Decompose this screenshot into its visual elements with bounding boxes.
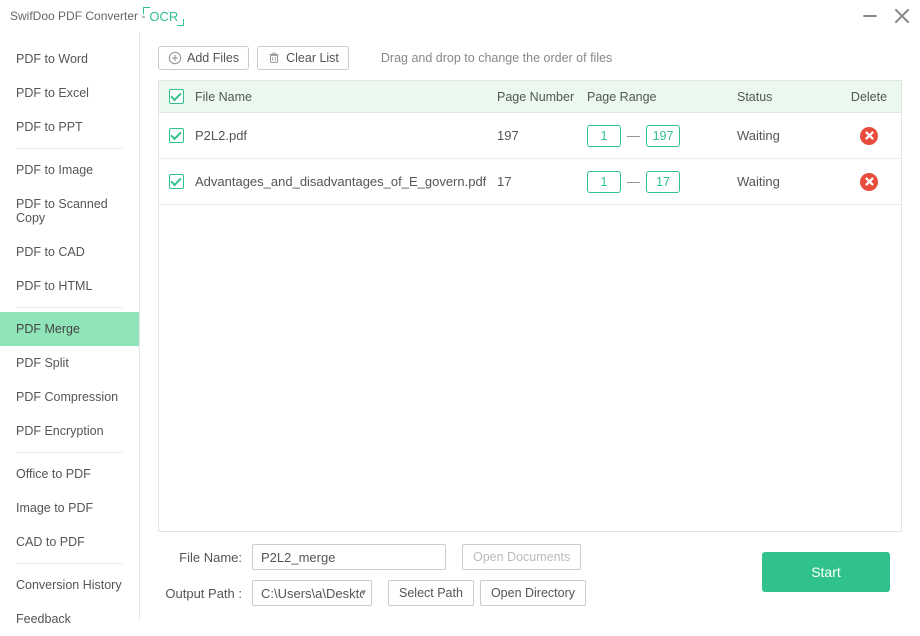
page-number-cell: 17	[497, 174, 587, 189]
range-to-input[interactable]	[646, 171, 680, 193]
file-table: File Name Page Number Page Range Status …	[158, 80, 902, 532]
app-title: SwifDoo PDF Converter -	[10, 9, 145, 23]
output-path-input[interactable]	[252, 580, 372, 606]
sidebar-item-conversion-history[interactable]: Conversion History	[0, 568, 139, 602]
toolbar: Add Files Clear List Drag and drop to ch…	[158, 46, 902, 70]
range-from-input[interactable]	[587, 171, 621, 193]
output-path-label: Output Path :	[158, 586, 242, 601]
range-to-input[interactable]	[646, 125, 680, 147]
range-from-input[interactable]	[587, 125, 621, 147]
main-panel: Add Files Clear List Drag and drop to ch…	[140, 32, 920, 620]
sidebar-separator	[16, 452, 123, 453]
sidebar-item-image-to-pdf[interactable]: Image to PDF	[0, 491, 139, 525]
add-files-label: Add Files	[187, 51, 239, 65]
sidebar-item-office-to-pdf[interactable]: Office to PDF	[0, 457, 139, 491]
sidebar-item-pdf-to-word[interactable]: PDF to Word	[0, 42, 139, 76]
delete-row-button[interactable]	[860, 173, 878, 191]
ocr-badge[interactable]: OCR	[147, 9, 180, 24]
header-page-range: Page Range	[587, 90, 737, 104]
titlebar: SwifDoo PDF Converter - OCR	[0, 0, 920, 32]
sidebar: PDF to WordPDF to ExcelPDF to PPT PDF to …	[0, 32, 140, 620]
file-name-cell: P2L2.pdf	[193, 128, 497, 143]
header-page-number[interactable]: Page Number	[497, 90, 587, 104]
header-status: Status	[737, 90, 837, 104]
range-dash: —	[627, 128, 640, 143]
range-dash: —	[627, 174, 640, 189]
close-button[interactable]	[894, 8, 910, 24]
delete-row-button[interactable]	[860, 127, 878, 145]
clear-list-label: Clear List	[286, 51, 339, 65]
file-name-label: File Name:	[158, 550, 242, 565]
sidebar-item-cad-to-pdf[interactable]: CAD to PDF	[0, 525, 139, 559]
table-row[interactable]: P2L2.pdf197 — Waiting	[159, 113, 901, 159]
sidebar-item-pdf-compression[interactable]: PDF Compression	[0, 380, 139, 414]
page-number-cell: 197	[497, 128, 587, 143]
status-cell: Waiting	[737, 128, 837, 143]
row-checkbox[interactable]	[169, 174, 184, 189]
page-range-cell: —	[587, 125, 737, 147]
open-directory-button[interactable]: Open Directory	[480, 580, 586, 606]
sidebar-item-pdf-to-cad[interactable]: PDF to CAD	[0, 235, 139, 269]
sidebar-separator	[16, 148, 123, 149]
header-file-name[interactable]: File Name	[193, 90, 497, 104]
minimize-button[interactable]	[862, 8, 878, 24]
open-documents-button[interactable]: Open Documents	[462, 544, 581, 570]
sidebar-item-pdf-to-excel[interactable]: PDF to Excel	[0, 76, 139, 110]
file-name-input[interactable]	[252, 544, 446, 570]
sidebar-item-feedback[interactable]: Feedback	[0, 602, 139, 636]
add-files-button[interactable]: Add Files	[158, 46, 249, 70]
status-cell: Waiting	[737, 174, 837, 189]
drag-hint: Drag and drop to change the order of fil…	[381, 51, 612, 65]
sidebar-item-pdf-to-ppt[interactable]: PDF to PPT	[0, 110, 139, 144]
sidebar-item-pdf-to-scanned-copy[interactable]: PDF to Scanned Copy	[0, 187, 139, 235]
table-header: File Name Page Number Page Range Status …	[159, 81, 901, 113]
sidebar-separator	[16, 563, 123, 564]
page-range-cell: —	[587, 171, 737, 193]
select-all-checkbox[interactable]	[169, 89, 184, 104]
sidebar-item-pdf-merge[interactable]: PDF Merge	[0, 312, 139, 346]
sidebar-item-pdf-to-html[interactable]: PDF to HTML	[0, 269, 139, 303]
plus-circle-icon	[168, 51, 182, 65]
file-name-cell: Advantages_and_disadvantages_of_E_govern…	[193, 174, 497, 189]
sidebar-separator	[16, 307, 123, 308]
row-checkbox[interactable]	[169, 128, 184, 143]
trash-icon	[267, 51, 281, 65]
table-row[interactable]: Advantages_and_disadvantages_of_E_govern…	[159, 159, 901, 205]
start-button[interactable]: Start	[762, 552, 890, 592]
sidebar-item-pdf-split[interactable]: PDF Split	[0, 346, 139, 380]
sidebar-item-pdf-encryption[interactable]: PDF Encryption	[0, 414, 139, 448]
window-controls	[862, 8, 910, 24]
sidebar-item-pdf-to-image[interactable]: PDF to Image	[0, 153, 139, 187]
header-delete: Delete	[837, 90, 901, 104]
clear-list-button[interactable]: Clear List	[257, 46, 349, 70]
select-path-button[interactable]: Select Path	[388, 580, 474, 606]
